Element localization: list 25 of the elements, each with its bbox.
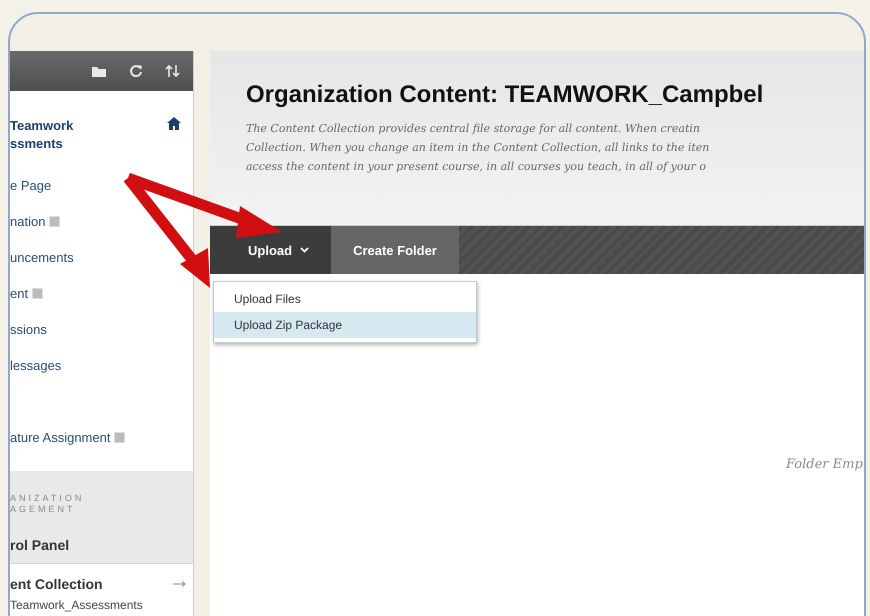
description: The Content Collection provides central file storage for all content. When creatin Collection. When you change an item in the Content Collection, all links to the iten access the content in your present course, in all courses you teach, in all of your o <box>246 121 710 175</box>
sort-icon[interactable] <box>165 64 181 78</box>
menu-link[interactable]: nation <box>10 214 46 228</box>
caret-icon <box>300 247 310 253</box>
page-title: Organization Content: TEAMWORK_Campbel <box>246 81 764 109</box>
refresh-icon[interactable] <box>129 64 143 78</box>
course-title[interactable]: Teamwork ssments <box>10 117 74 153</box>
upload-menu-button[interactable]: Upload <box>210 226 332 274</box>
folder-icon[interactable] <box>91 64 107 78</box>
menu-link[interactable]: ent <box>10 286 28 300</box>
menu-link[interactable]: e Page <box>10 178 52 192</box>
home-icon[interactable] <box>167 117 181 130</box>
menu-link[interactable]: ature Assignment <box>10 430 110 444</box>
menu-link[interactable]: lessages <box>10 358 62 372</box>
section-heading: ANIZATION AGEMENT <box>10 493 86 515</box>
menu-option[interactable]: Upload Zip Package <box>214 312 476 338</box>
content-collection-link[interactable]: ent Collection <box>10 576 103 592</box>
menu-link[interactable]: uncements <box>10 250 74 264</box>
control-panel-heading[interactable]: rol Panel <box>10 537 193 553</box>
menu-link[interactable]: ssions <box>10 322 47 336</box>
arrow-right-icon <box>173 581 187 587</box>
menu-option[interactable]: Upload Files <box>214 286 476 312</box>
empty-message: Folder Emp <box>786 457 863 472</box>
create-folder-button[interactable]: Create Folder <box>331 226 459 274</box>
sub-item-link[interactable]: Teamwork_Assessments <box>10 598 193 612</box>
